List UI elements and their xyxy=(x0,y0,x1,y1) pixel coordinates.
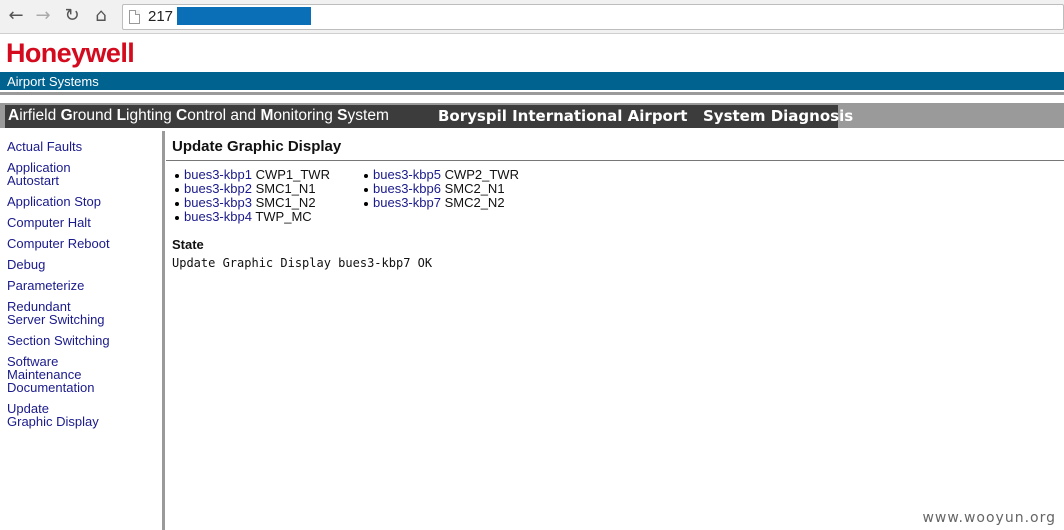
sidebar-item-redundant-server-switching[interactable]: Redundant Server Switching xyxy=(7,300,105,326)
target-link[interactable]: bues3-kbp7 xyxy=(373,195,441,210)
sidebar-item-application-autostart[interactable]: Application Autostart xyxy=(7,161,71,187)
sidebar-item-software-maintenance-documentation[interactable]: Software Maintenance Documentation xyxy=(7,355,94,394)
target-description: SMC1_N2 xyxy=(255,195,316,210)
bullet-icon xyxy=(364,202,368,206)
target-description: SMC2_N1 xyxy=(444,181,505,196)
state-message: Update Graphic Display bues3-kbp7 OK xyxy=(172,256,433,270)
sidebar-item-computer-halt[interactable]: Computer Halt xyxy=(7,216,91,229)
browser-toolbar: ← → ↻ ⌂ 217 xyxy=(0,0,1064,34)
target-description: CWP2_TWR xyxy=(444,167,519,182)
address-bar[interactable]: 217 xyxy=(122,4,1064,30)
bullet-icon xyxy=(175,174,179,178)
target-link[interactable]: bues3-kbp5 xyxy=(373,167,441,182)
main-content: Update Graphic Display bues3-kbp1 CWP1_T… xyxy=(166,131,1064,530)
section-title: System Diagnosis xyxy=(703,107,854,125)
target-list-col2: bues3-kbp5 CWP2_TWR bues3-kbp6 SMC2_N1 b… xyxy=(361,168,519,210)
header-divider xyxy=(0,92,1064,95)
target-description: SMC1_N1 xyxy=(255,181,316,196)
list-item: bues3-kbp6 SMC2_N1 xyxy=(361,182,519,196)
sidebar-item-update-graphic-display[interactable]: Update Graphic Display xyxy=(7,402,99,428)
system-title-bar: Airfield Ground Lighting Control and Mon… xyxy=(0,103,1064,128)
sidebar-item-parameterize[interactable]: Parameterize xyxy=(7,279,84,292)
list-item: bues3-kbp2 SMC1_N1 xyxy=(172,182,330,196)
bullet-icon xyxy=(175,216,179,220)
bullet-icon xyxy=(364,188,368,192)
honeywell-logo: Honeywell xyxy=(6,38,135,68)
airport-name: Boryspil International Airport xyxy=(438,107,688,125)
reload-icon[interactable]: ↻ xyxy=(62,6,82,26)
target-description: CWP1_TWR xyxy=(255,167,330,182)
watermark: www.wooyun.org xyxy=(922,510,1056,526)
target-link[interactable]: bues3-kbp6 xyxy=(373,181,441,196)
home-icon[interactable]: ⌂ xyxy=(91,6,111,26)
redacted-url-block xyxy=(177,7,311,25)
target-link[interactable]: bues3-kbp2 xyxy=(184,181,252,196)
target-description: TWP_MC xyxy=(255,209,312,224)
list-item: bues3-kbp4 TWP_MC xyxy=(172,210,330,224)
list-item: bues3-kbp5 CWP2_TWR xyxy=(361,168,519,182)
target-description: SMC2_N2 xyxy=(444,195,505,210)
system-title: Airfield Ground Lighting Control and Mon… xyxy=(8,107,389,124)
list-item: bues3-kbp3 SMC1_N2 xyxy=(172,196,330,210)
sidebar-menu: Actual Faults Application Autostart Appl… xyxy=(0,131,165,530)
back-arrow-icon[interactable]: ← xyxy=(6,6,26,26)
page-icon xyxy=(129,10,140,24)
list-item: bues3-kbp1 CWP1_TWR xyxy=(172,168,330,182)
state-heading: State xyxy=(172,237,204,252)
title-divider xyxy=(166,160,1064,161)
forward-arrow-icon[interactable]: → xyxy=(33,6,53,26)
sidebar-item-debug[interactable]: Debug xyxy=(7,258,45,271)
airport-systems-label: Airport Systems xyxy=(7,74,99,89)
target-link[interactable]: bues3-kbp1 xyxy=(184,167,252,182)
sidebar-item-section-switching[interactable]: Section Switching xyxy=(7,334,110,347)
target-link[interactable]: bues3-kbp3 xyxy=(184,195,252,210)
sidebar-item-application-stop[interactable]: Application Stop xyxy=(7,195,101,208)
target-link[interactable]: bues3-kbp4 xyxy=(184,209,252,224)
page-title: Update Graphic Display xyxy=(172,138,342,155)
airport-systems-bar: Airport Systems xyxy=(0,72,1064,90)
sidebar-item-computer-reboot[interactable]: Computer Reboot xyxy=(7,237,110,250)
bullet-icon xyxy=(175,188,179,192)
target-list-col1: bues3-kbp1 CWP1_TWR bues3-kbp2 SMC1_N1 b… xyxy=(172,168,330,224)
list-item: bues3-kbp7 SMC2_N2 xyxy=(361,196,519,210)
url-text[interactable]: 217 xyxy=(148,8,173,25)
sidebar-item-actual-faults[interactable]: Actual Faults xyxy=(7,140,82,153)
bullet-icon xyxy=(364,174,368,178)
bullet-icon xyxy=(175,202,179,206)
